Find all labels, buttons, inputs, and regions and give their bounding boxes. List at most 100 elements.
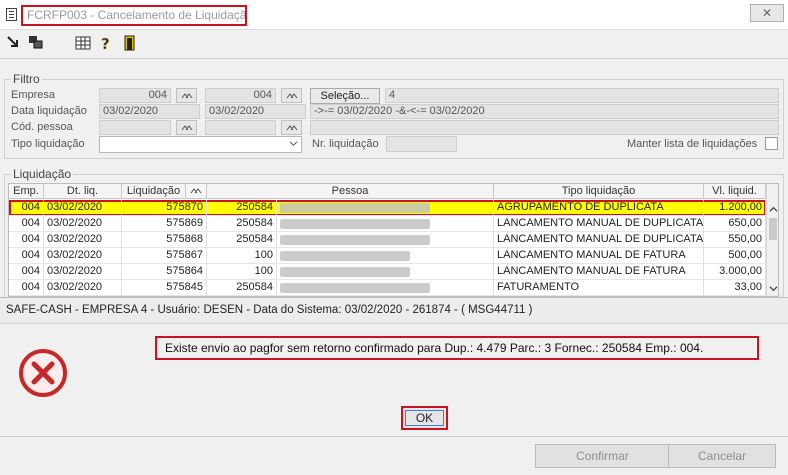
cell-pessoa-code: 100 [207,264,277,280]
cell-pessoa-name [277,264,494,280]
cell-pessoa-name [277,232,494,248]
bottom-bar: Confirmar Cancelar [0,436,788,475]
redacted-name [280,235,430,245]
grid-vertical-scrollbar[interactable] [766,184,778,296]
nr-liquidacao-field[interactable] [386,136,457,152]
cell-tipo: LANCAMENTO MANUAL DE DUPLICATA [494,216,704,232]
redacted-name [280,203,430,213]
close-button[interactable]: ✕ [750,4,784,22]
empresa-label: Empresa [11,89,56,101]
cell-dt-liq: 03/02/2020 [44,248,122,264]
cell-pessoa-name [277,200,494,216]
redacted-name [280,219,430,229]
document-icon [6,8,17,21]
chevron-up-icon[interactable] [769,205,778,214]
empresa-to-field[interactable]: 004 [205,88,276,103]
error-message: Existe envio ao pagfor sem retorno confi… [155,336,759,360]
toolbar-divider [0,58,788,59]
pessoa-to-lookup-button[interactable] [281,120,302,135]
selecao-button[interactable]: Seleção... [310,88,380,104]
cell-emp: 004 [9,216,44,232]
table-row[interactable]: 004 03/02/2020 575869 250584 LANCAMENTO … [9,216,766,232]
cell-emp: 004 [9,200,44,216]
cell-dt-liq: 03/02/2020 [44,216,122,232]
table-row[interactable]: 004 03/02/2020 575870 250584 AGRUPAMENTO… [9,200,766,216]
cell-vl: 33,00 [704,280,766,296]
cell-dt-liq: 03/02/2020 [44,280,122,296]
pessoa-to-field[interactable] [205,120,276,135]
cell-liquidacao: 575868 [122,232,207,248]
cod-pessoa-label: Cód. pessoa [11,121,73,133]
data-from-field[interactable]: 03/02/2020 [99,104,200,119]
cancelar-button[interactable]: Cancelar [668,444,776,468]
exit-door-icon[interactable] [122,35,140,53]
ok-focus-ring [405,410,444,426]
table-row[interactable]: 004 03/02/2020 575868 250584 LANCAMENTO … [9,232,766,248]
cell-pessoa-code: 250584 [207,232,277,248]
confirmar-button[interactable]: Confirmar [535,444,670,468]
cell-vl: 3.000,00 [704,264,766,280]
cell-tipo: AGRUPAMENTO DE DUPLICATA [494,200,704,216]
cell-vl: 500,00 [704,248,766,264]
pin-icon[interactable] [6,35,24,53]
column-header-pessoa[interactable]: Pessoa [207,184,494,199]
chevron-down-icon[interactable] [769,284,778,293]
cell-emp: 004 [9,248,44,264]
data-expression-field: ->-= 03/02/2020 -&-<-= 03/02/2020 [310,104,779,119]
chevron-down-icon [289,141,298,146]
liquidacao-grid[interactable]: Emp. Dt. liq. Liquidação Pessoa Tipo liq… [8,183,779,297]
manter-lista-checkbox[interactable] [765,137,778,150]
column-header-tipo-liquidacao[interactable]: Tipo liquidação [494,184,704,199]
empresa-to-lookup-button[interactable] [281,88,302,103]
cell-pessoa-code: 100 [207,248,277,264]
empresa-from-lookup-button[interactable] [176,88,197,103]
column-header-liquidacao[interactable]: Liquidação [122,184,186,199]
error-icon [19,349,67,397]
data-liquidacao-label: Data liquidação [11,105,87,117]
liquidacao-legend: Liquidação [11,167,74,181]
table-row[interactable]: 004 03/02/2020 575864 100 LANCAMENTO MAN… [9,264,766,280]
cell-dt-liq: 03/02/2020 [44,200,122,216]
cell-pessoa-name [277,216,494,232]
cell-tipo: LANCAMENTO MANUAL DE DUPLICATA [494,232,704,248]
pessoa-from-field[interactable] [99,120,171,135]
redacted-name [280,283,430,293]
windows-icon[interactable] [28,35,46,53]
double-chevron-icon [286,125,298,131]
pessoa-description-field [310,120,779,135]
cell-vl: 1.200,00 [704,200,766,216]
cell-tipo: LANCAMENTO MANUAL DE FATURA [494,264,704,280]
cell-vl: 650,00 [704,216,766,232]
error-dialog: SAFE-CASH - EMPRESA 4 - Usuário: DESEN -… [0,297,788,436]
empresa-from-field[interactable]: 004 [99,88,171,103]
calculator-icon[interactable] [75,35,93,53]
column-header-sort[interactable] [186,184,207,199]
cell-dt-liq: 03/02/2020 [44,264,122,280]
redacted-name [280,251,410,261]
cell-emp: 004 [9,232,44,248]
cell-emp: 004 [9,280,44,296]
double-chevron-icon [181,93,193,99]
pessoa-from-lookup-button[interactable] [176,120,197,135]
cell-pessoa-code: 250584 [207,200,277,216]
title-bar: FCRFP003 - Cancelamento de Liquidação ✕ [0,0,788,30]
tipo-liquidacao-select[interactable] [99,136,302,153]
column-header-emp[interactable]: Emp. [9,184,44,199]
scrollbar-thumb[interactable] [769,218,777,240]
tipo-liquidacao-label: Tipo liquidação [11,138,85,150]
table-row[interactable]: 004 03/02/2020 575845 250584 FATURAMENTO… [9,280,766,296]
ok-button[interactable]: OK [401,406,448,430]
cell-tipo: FATURAMENTO [494,280,704,296]
column-header-dt-liq[interactable]: Dt. liq. [44,184,122,199]
cell-pessoa-code: 250584 [207,216,277,232]
help-icon[interactable]: ? [99,35,117,54]
cell-liquidacao: 575864 [122,264,207,280]
data-to-field[interactable]: 03/02/2020 [205,104,306,119]
cell-liquidacao: 575869 [122,216,207,232]
column-header-vl-liquid[interactable]: Vl. liquid. [704,184,766,199]
table-row[interactable]: 004 03/02/2020 575867 100 LANCAMENTO MAN… [9,248,766,264]
redacted-name [280,267,410,277]
cell-emp: 004 [9,264,44,280]
dialog-title: SAFE-CASH - EMPRESA 4 - Usuário: DESEN -… [0,298,788,324]
cell-pessoa-name [277,280,494,296]
